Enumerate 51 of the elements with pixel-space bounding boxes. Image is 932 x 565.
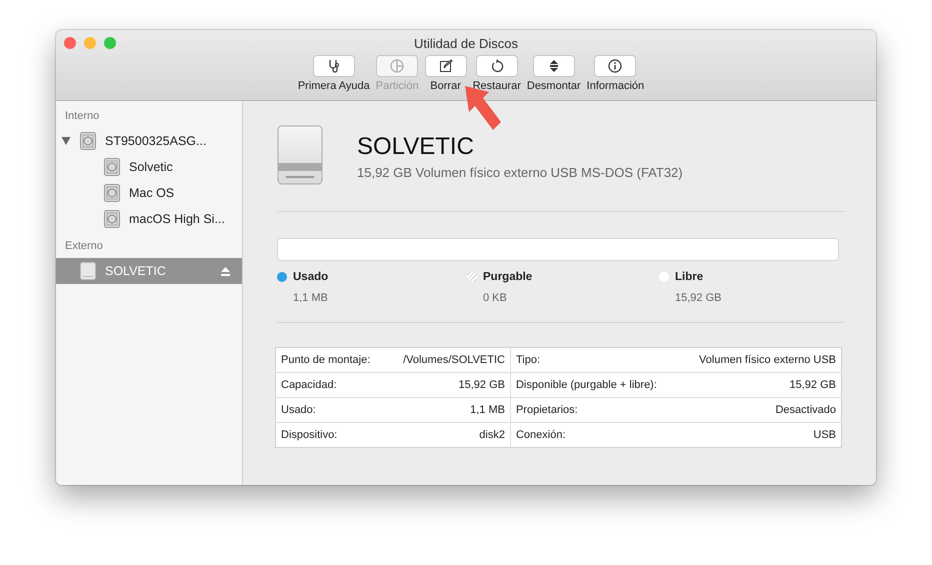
detail-label: Disponible (purgable + libre): [510, 372, 678, 398]
section-header: Externo [64, 240, 104, 252]
toolbar-button[interactable]: Desmontar [526, 55, 581, 92]
unmount-icon [548, 59, 560, 73]
hard-drive-icon [104, 184, 120, 202]
legend-label: Purgable [483, 271, 534, 283]
detail-value: 15,92 GB [386, 372, 510, 398]
external-drive-icon [80, 262, 96, 280]
detail-label: Conexión: [510, 422, 678, 448]
legend-value: 0 KB [483, 292, 508, 304]
detail-label: Tipo: [510, 348, 678, 372]
pencil-icon [438, 59, 453, 73]
eject-icon[interactable] [221, 266, 230, 276]
zoom-button[interactable] [104, 37, 116, 49]
hard-drive-icon [104, 210, 120, 228]
detail-value: disk2 [386, 422, 510, 448]
info-icon [608, 59, 622, 73]
detail-value: 15,92 GB [678, 372, 842, 398]
legend-label: Usado [293, 271, 330, 283]
legend-value: 1,1 MB [293, 292, 329, 304]
detail-label: Usado: [276, 398, 386, 422]
external-drive-icon [277, 125, 323, 185]
window-title: Utilidad de Discos [414, 36, 518, 51]
detail-value: Volumen físico externo USB [678, 348, 842, 372]
detail-value: Desactivado [678, 398, 842, 422]
volume-name: SOLVETIC [357, 133, 475, 161]
disclosure-triangle-icon[interactable] [61, 137, 71, 145]
sidebar-item[interactable]: Mac OS [56, 180, 242, 206]
detail-label: Punto de montaje: [276, 348, 386, 372]
detail-value: USB [678, 422, 842, 448]
legend-label: Libre [675, 271, 704, 283]
section-header: Interno [64, 110, 100, 122]
toolbar-button[interactable]: Información [586, 55, 644, 92]
detail-value: 1,1 MB [386, 398, 510, 422]
sidebar-item[interactable]: ST9500325ASG... [56, 128, 242, 154]
hard-drive-icon [104, 158, 120, 176]
detail-label: Capacidad: [276, 372, 386, 398]
hard-drive-icon [80, 132, 96, 150]
sidebar-item[interactable]: macOS High Si... [56, 206, 242, 232]
stethoscope-icon [326, 59, 341, 73]
toolbar-button[interactable]: Primera Ayuda [298, 55, 370, 92]
sidebar-item[interactable]: Solvetic [56, 154, 242, 180]
volume-description: 15,92 GB Volumen físico externo USB MS-DOS (FAT32) [357, 165, 683, 180]
close-button[interactable] [64, 37, 76, 49]
pie-icon [390, 59, 404, 73]
legend-value: 15,92 GB [675, 292, 722, 304]
detail-value: /Volumes/SOLVETIC [386, 348, 510, 372]
minimize-button[interactable] [84, 37, 96, 49]
restore-icon [490, 59, 504, 73]
detail-label: Propietarios: [510, 398, 678, 422]
detail-label: Dispositivo: [276, 422, 386, 448]
